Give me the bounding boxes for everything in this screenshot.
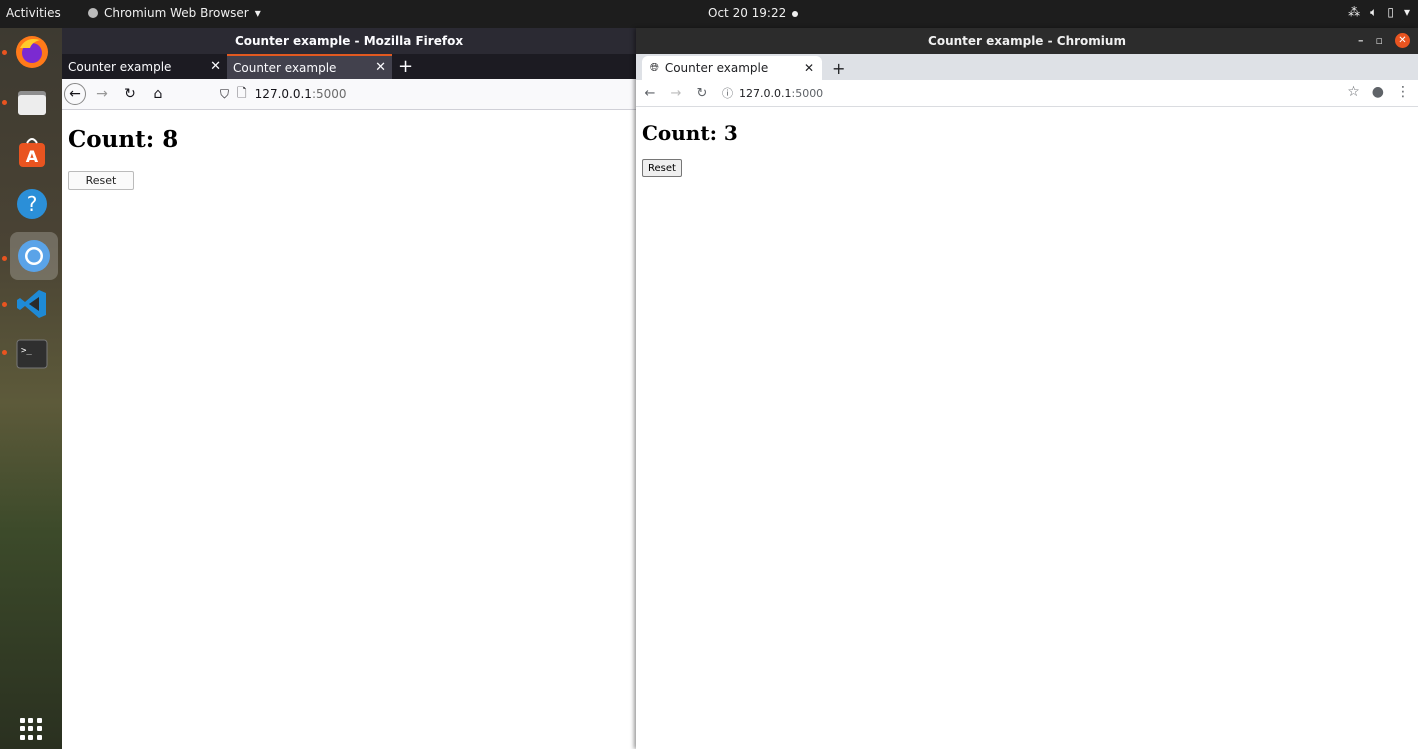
notification-dot-icon bbox=[792, 10, 799, 17]
running-indicator bbox=[2, 50, 7, 55]
chromium-nav-bar: ← → ↻ ⓘ 127.0.0.1:5000 ☆ ● ⋮ bbox=[636, 80, 1418, 107]
software-center-icon[interactable]: A bbox=[12, 132, 52, 172]
system-tray[interactable]: ⁂ 🔈︎ ▯ ▾ bbox=[1348, 5, 1410, 20]
forward-icon[interactable]: → bbox=[90, 82, 114, 106]
running-indicator bbox=[2, 302, 7, 307]
running-indicator bbox=[2, 100, 7, 105]
info-icon[interactable]: ⓘ bbox=[722, 85, 733, 101]
chromium-window: Counter example - Chromium – ▫ ✕ 🌐︎ Coun… bbox=[636, 28, 1418, 749]
firefox-tab-strip: Counter example ✕ Counter example ✕ + bbox=[62, 54, 636, 79]
svg-text:>_: >_ bbox=[21, 346, 32, 356]
chromium-tab-active[interactable]: 🌐︎ Counter example ✕ bbox=[642, 56, 822, 80]
chromium-icon[interactable] bbox=[10, 232, 58, 280]
volume-icon: 🔈︎ bbox=[1370, 5, 1378, 19]
gnome-top-bar: Activities Chromium Web Browser ▾ Oct 20… bbox=[0, 0, 1418, 28]
new-tab-button[interactable]: + bbox=[822, 56, 855, 80]
firefox-page-content: Count: 8 Reset bbox=[62, 110, 636, 206]
running-indicator bbox=[2, 256, 7, 261]
maximize-icon[interactable]: ▫ bbox=[1376, 34, 1383, 47]
back-icon[interactable]: ← bbox=[64, 83, 86, 105]
reset-button[interactable]: Reset bbox=[68, 171, 134, 190]
count-heading: Count: 8 bbox=[68, 126, 179, 153]
vscode-icon[interactable] bbox=[12, 284, 52, 324]
activities-button[interactable]: Activities bbox=[6, 6, 61, 20]
firefox-tab[interactable]: Counter example ✕ bbox=[62, 54, 227, 79]
svg-text:?: ? bbox=[27, 192, 38, 216]
svg-text:A: A bbox=[26, 147, 39, 166]
window-title: Counter example - Mozilla Firefox bbox=[234, 34, 464, 48]
menu-kebab-icon[interactable]: ⋮ bbox=[1396, 84, 1410, 100]
help-icon[interactable]: ? bbox=[12, 184, 52, 224]
dock: A ? >_ bbox=[0, 28, 62, 749]
close-icon[interactable]: ✕ bbox=[804, 61, 814, 75]
tab-label: Counter example bbox=[68, 59, 172, 74]
firefox-url-bar[interactable]: ⛉ 🗋 127.0.0.1:5000 bbox=[220, 84, 347, 105]
tab-label: Counter example bbox=[233, 60, 337, 75]
chevron-down-icon: ▾ bbox=[254, 6, 261, 20]
chromium-tab-strip: 🌐︎ Counter example ✕ + bbox=[636, 54, 1418, 80]
tracking-shield-icon[interactable]: ⛉ bbox=[220, 87, 229, 102]
files-icon[interactable] bbox=[12, 82, 52, 122]
url-port: :5000 bbox=[311, 87, 347, 101]
chromium-toolbar-right: ☆ ● ⋮ bbox=[1347, 84, 1410, 100]
page-icon: 🗋 bbox=[237, 85, 247, 100]
firefox-icon[interactable] bbox=[12, 32, 52, 72]
clock[interactable]: Oct 20 19:22 bbox=[708, 6, 799, 20]
running-indicator bbox=[2, 350, 7, 355]
chromium-omnibox[interactable]: ⓘ 127.0.0.1:5000 bbox=[722, 85, 823, 101]
chevron-down-icon: ▾ bbox=[1403, 5, 1410, 19]
reload-icon[interactable]: ↻ bbox=[690, 86, 714, 101]
chromium-titlebar[interactable]: Counter example - Chromium – ▫ ✕ bbox=[636, 28, 1418, 54]
chromium-small-icon bbox=[88, 8, 98, 18]
count-heading: Count: 3 bbox=[642, 121, 738, 145]
url-port: :5000 bbox=[791, 86, 824, 100]
app-menu[interactable]: Chromium Web Browser ▾ bbox=[88, 6, 261, 20]
firefox-tab-active[interactable]: Counter example ✕ bbox=[227, 54, 392, 79]
forward-icon[interactable]: → bbox=[664, 86, 688, 101]
window-controls: – ▫ ✕ bbox=[1358, 33, 1410, 48]
window-title: Counter example - Chromium bbox=[928, 34, 1126, 48]
bookmark-star-icon[interactable]: ☆ bbox=[1347, 84, 1360, 100]
home-icon[interactable]: ⌂ bbox=[146, 82, 170, 106]
show-applications-icon[interactable] bbox=[20, 718, 42, 740]
battery-icon: ▯ bbox=[1387, 5, 1394, 19]
firefox-window: Counter example - Mozilla Firefox Counte… bbox=[62, 28, 636, 749]
firefox-nav-bar: ← → ↻ ⌂ ⛉ 🗋 127.0.0.1:5000 bbox=[62, 79, 636, 110]
app-menu-label: Chromium Web Browser bbox=[104, 6, 249, 20]
network-icon: ⁂ bbox=[1348, 5, 1361, 19]
globe-icon: 🌐︎ bbox=[650, 61, 659, 74]
url-host: 127.0.0.1 bbox=[254, 87, 312, 101]
reset-button[interactable]: Reset bbox=[642, 159, 682, 177]
close-window-icon[interactable]: ✕ bbox=[1395, 33, 1410, 48]
firefox-titlebar[interactable]: Counter example - Mozilla Firefox bbox=[62, 28, 636, 54]
minimize-icon[interactable]: – bbox=[1358, 34, 1364, 47]
close-icon[interactable]: ✕ bbox=[375, 60, 386, 75]
tab-label: Counter example bbox=[664, 61, 769, 75]
profile-icon[interactable]: ● bbox=[1372, 84, 1384, 100]
clock-label: Oct 20 19:22 bbox=[708, 6, 787, 20]
close-icon[interactable]: ✕ bbox=[210, 59, 221, 74]
url-host: 127.0.0.1 bbox=[739, 86, 792, 100]
terminal-icon[interactable]: >_ bbox=[12, 334, 52, 374]
reload-icon[interactable]: ↻ bbox=[118, 82, 142, 106]
new-tab-button[interactable]: + bbox=[392, 54, 419, 79]
back-icon[interactable]: ← bbox=[638, 86, 662, 101]
chromium-page-content: Count: 3 Reset bbox=[636, 107, 1418, 191]
